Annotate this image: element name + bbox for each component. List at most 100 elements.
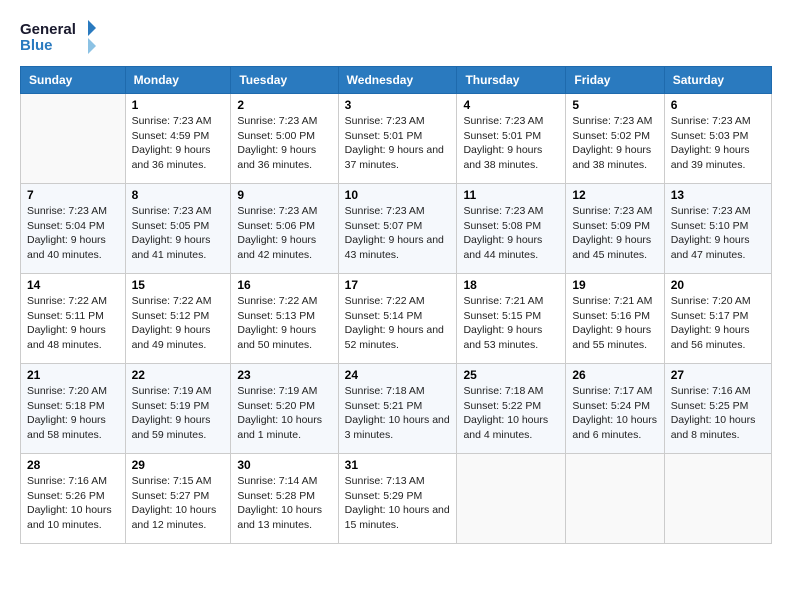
calendar-cell: 12 Sunrise: 7:23 AMSunset: 5:09 PMDayligh…	[566, 184, 664, 274]
logo: General Blue	[20, 16, 100, 56]
calendar-cell: 13Sunrise: 7:23 AMSunset: 5:10 PMDayligh…	[664, 184, 771, 274]
day-info: Sunrise: 7:19 AMSunset: 5:19 PMDaylight:…	[132, 384, 225, 443]
day-info: Sunrise: 7:23 AMSunset: 5:09 PMDaylight:…	[572, 204, 657, 263]
day-info: Sunrise: 7:23 AMSunset: 5:06 PMDaylight:…	[237, 204, 331, 263]
day-info: Sunrise: 7:20 AMSunset: 5:18 PMDaylight:…	[27, 384, 119, 443]
day-number: 14	[27, 278, 119, 292]
calendar-cell: 8 Sunrise: 7:23 AMSunset: 5:05 PMDaylight…	[125, 184, 231, 274]
calendar-cell	[21, 94, 126, 184]
day-number: 2	[237, 98, 331, 112]
day-info: Sunrise: 7:23 AMSunset: 5:10 PMDaylight:…	[671, 204, 765, 263]
day-header-thursday: Thursday	[457, 67, 566, 94]
day-info: Sunrise: 7:13 AMSunset: 5:29 PMDaylight:…	[345, 474, 451, 533]
day-number: 8	[132, 188, 225, 202]
calendar-cell: 17 Sunrise: 7:22 AMSunset: 5:14 PMDayligh…	[338, 274, 457, 364]
day-number: 26	[572, 368, 657, 382]
week-row-3: 14 Sunrise: 7:22 AMSunset: 5:11 PMDayligh…	[21, 274, 772, 364]
calendar-cell: 10 Sunrise: 7:23 AMSunset: 5:07 PMDayligh…	[338, 184, 457, 274]
day-number: 25	[463, 368, 559, 382]
day-number: 10	[345, 188, 451, 202]
svg-text:Blue: Blue	[20, 37, 53, 54]
day-number: 4	[463, 98, 559, 112]
day-info: Sunrise: 7:23 AMSunset: 5:05 PMDaylight:…	[132, 204, 225, 263]
day-number: 31	[345, 458, 451, 472]
calendar-cell: 1Sunrise: 7:23 AMSunset: 4:59 PMDaylight…	[125, 94, 231, 184]
calendar-cell: 11Sunrise: 7:23 AMSunset: 5:08 PMDayligh…	[457, 184, 566, 274]
day-info: Sunrise: 7:15 AMSunset: 5:27 PMDaylight:…	[132, 474, 225, 533]
calendar-cell: 9 Sunrise: 7:23 AMSunset: 5:06 PMDaylight…	[231, 184, 338, 274]
calendar-cell: 15 Sunrise: 7:22 AMSunset: 5:12 PMDayligh…	[125, 274, 231, 364]
calendar-cell: 5 Sunrise: 7:23 AMSunset: 5:02 PMDaylight…	[566, 94, 664, 184]
day-info: Sunrise: 7:23 AMSunset: 5:01 PMDaylight:…	[463, 114, 559, 173]
day-info: Sunrise: 7:16 AMSunset: 5:26 PMDaylight:…	[27, 474, 119, 533]
day-info: Sunrise: 7:22 AMSunset: 5:12 PMDaylight:…	[132, 294, 225, 353]
calendar-body: 1Sunrise: 7:23 AMSunset: 4:59 PMDaylight…	[21, 94, 772, 544]
day-info: Sunrise: 7:19 AMSunset: 5:20 PMDaylight:…	[237, 384, 331, 443]
day-number: 18	[463, 278, 559, 292]
calendar-cell: 25 Sunrise: 7:18 AMSunset: 5:22 PMDayligh…	[457, 364, 566, 454]
calendar-cell: 26Sunrise: 7:17 AMSunset: 5:24 PMDayligh…	[566, 364, 664, 454]
calendar-cell: 21 Sunrise: 7:20 AMSunset: 5:18 PMDayligh…	[21, 364, 126, 454]
day-info: Sunrise: 7:23 AMSunset: 5:00 PMDaylight:…	[237, 114, 331, 173]
day-info: Sunrise: 7:18 AMSunset: 5:21 PMDaylight:…	[345, 384, 451, 443]
calendar-cell	[566, 454, 664, 544]
day-header-tuesday: Tuesday	[231, 67, 338, 94]
calendar-cell: 2 Sunrise: 7:23 AMSunset: 5:00 PMDaylight…	[231, 94, 338, 184]
day-info: Sunrise: 7:22 AMSunset: 5:14 PMDaylight:…	[345, 294, 451, 353]
calendar-cell	[457, 454, 566, 544]
day-number: 29	[132, 458, 225, 472]
calendar-cell: 29 Sunrise: 7:15 AMSunset: 5:27 PMDayligh…	[125, 454, 231, 544]
day-header-monday: Monday	[125, 67, 231, 94]
day-info: Sunrise: 7:23 AMSunset: 4:59 PMDaylight:…	[132, 114, 225, 173]
calendar-cell: 20Sunrise: 7:20 AMSunset: 5:17 PMDayligh…	[664, 274, 771, 364]
day-info: Sunrise: 7:16 AMSunset: 5:25 PMDaylight:…	[671, 384, 765, 443]
calendar-cell: 22Sunrise: 7:19 AMSunset: 5:19 PMDayligh…	[125, 364, 231, 454]
day-number: 12	[572, 188, 657, 202]
week-row-4: 21 Sunrise: 7:20 AMSunset: 5:18 PMDayligh…	[21, 364, 772, 454]
calendar-cell: 30 Sunrise: 7:14 AMSunset: 5:28 PMDayligh…	[231, 454, 338, 544]
week-row-1: 1Sunrise: 7:23 AMSunset: 4:59 PMDaylight…	[21, 94, 772, 184]
day-header-saturday: Saturday	[664, 67, 771, 94]
calendar-cell: 3 Sunrise: 7:23 AMSunset: 5:01 PMDaylight…	[338, 94, 457, 184]
day-number: 24	[345, 368, 451, 382]
day-header-wednesday: Wednesday	[338, 67, 457, 94]
day-info: Sunrise: 7:14 AMSunset: 5:28 PMDaylight:…	[237, 474, 331, 533]
day-info: Sunrise: 7:23 AMSunset: 5:01 PMDaylight:…	[345, 114, 451, 173]
calendar-cell: 27 Sunrise: 7:16 AMSunset: 5:25 PMDayligh…	[664, 364, 771, 454]
day-info: Sunrise: 7:21 AMSunset: 5:15 PMDaylight:…	[463, 294, 559, 353]
calendar-cell: 28Sunrise: 7:16 AMSunset: 5:26 PMDayligh…	[21, 454, 126, 544]
day-number: 9	[237, 188, 331, 202]
day-number: 27	[671, 368, 765, 382]
calendar-cell	[664, 454, 771, 544]
day-number: 19	[572, 278, 657, 292]
day-number: 6	[671, 98, 765, 112]
calendar-cell: 31 Sunrise: 7:13 AMSunset: 5:29 PMDayligh…	[338, 454, 457, 544]
day-number: 17	[345, 278, 451, 292]
page-header: General Blue	[20, 16, 772, 56]
day-header-sunday: Sunday	[21, 67, 126, 94]
day-header-friday: Friday	[566, 67, 664, 94]
day-info: Sunrise: 7:18 AMSunset: 5:22 PMDaylight:…	[463, 384, 559, 443]
calendar-cell: 6Sunrise: 7:23 AMSunset: 5:03 PMDaylight…	[664, 94, 771, 184]
calendar-cell: 19 Sunrise: 7:21 AMSunset: 5:16 PMDayligh…	[566, 274, 664, 364]
day-info: Sunrise: 7:21 AMSunset: 5:16 PMDaylight:…	[572, 294, 657, 353]
calendar-cell: 4 Sunrise: 7:23 AMSunset: 5:01 PMDaylight…	[457, 94, 566, 184]
calendar-cell: 16Sunrise: 7:22 AMSunset: 5:13 PMDayligh…	[231, 274, 338, 364]
day-number: 11	[463, 188, 559, 202]
day-number: 16	[237, 278, 331, 292]
day-number: 7	[27, 188, 119, 202]
week-row-2: 7Sunrise: 7:23 AMSunset: 5:04 PMDaylight…	[21, 184, 772, 274]
day-info: Sunrise: 7:23 AMSunset: 5:07 PMDaylight:…	[345, 204, 451, 263]
calendar-cell: 24 Sunrise: 7:18 AMSunset: 5:21 PMDayligh…	[338, 364, 457, 454]
calendar-table: SundayMondayTuesdayWednesdayThursdayFrid…	[20, 66, 772, 544]
day-info: Sunrise: 7:22 AMSunset: 5:11 PMDaylight:…	[27, 294, 119, 353]
week-row-5: 28Sunrise: 7:16 AMSunset: 5:26 PMDayligh…	[21, 454, 772, 544]
day-info: Sunrise: 7:23 AMSunset: 5:02 PMDaylight:…	[572, 114, 657, 173]
day-number: 30	[237, 458, 331, 472]
day-number: 20	[671, 278, 765, 292]
day-number: 3	[345, 98, 451, 112]
day-number: 21	[27, 368, 119, 382]
day-number: 15	[132, 278, 225, 292]
day-number: 5	[572, 98, 657, 112]
calendar-cell: 18 Sunrise: 7:21 AMSunset: 5:15 PMDayligh…	[457, 274, 566, 364]
